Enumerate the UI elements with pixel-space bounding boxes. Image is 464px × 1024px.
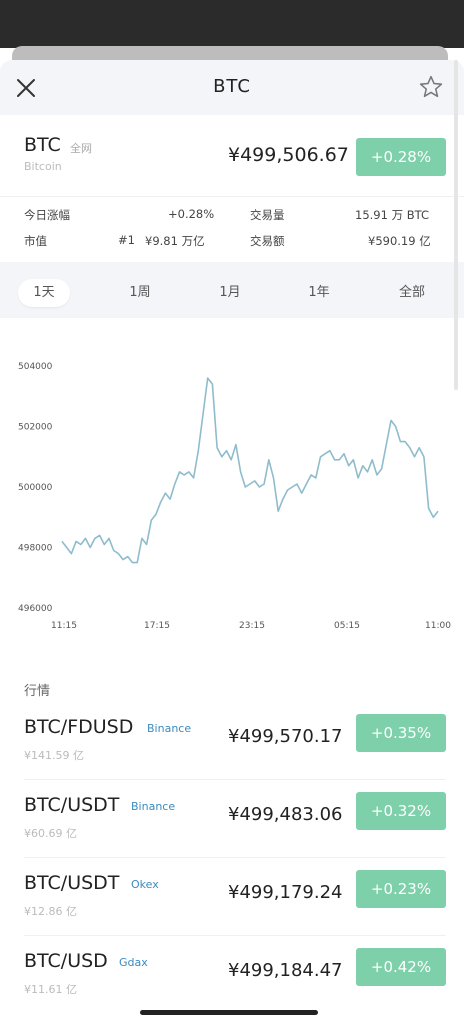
x-tick-label: 23:15 (239, 621, 265, 631)
market-price: ¥499,184.47 (228, 960, 343, 981)
x-tick-label: 11:15 (51, 621, 77, 631)
market-change-badge: +0.32% (356, 792, 446, 830)
tab-1year[interactable]: 1年 (293, 279, 345, 307)
price-chart: 504000 502000 500000 498000 496000 11:15 17:1… (0, 350, 464, 640)
market-exchange: Gdax (119, 956, 148, 969)
coin-market: 全网 (70, 142, 92, 155)
market-cap-label: 市值 (24, 234, 47, 248)
market-pair: BTC/USDT (24, 872, 120, 894)
volume-label: 交易量 (250, 208, 285, 222)
today-change-label: 今日涨幅 (24, 208, 70, 222)
status-bar (0, 0, 464, 48)
page-title: BTC (213, 76, 251, 97)
y-tick-label: 500000 (18, 483, 53, 493)
market-pair: BTC/USD (24, 950, 108, 972)
turnover-label: 交易额 (250, 234, 285, 248)
stats-panel: 今日涨幅 +0.28% 交易量 15.91 万 BTC 市值 #1 ¥9.81 … (0, 196, 464, 263)
price-chart-svg: 504000 502000 500000 498000 496000 11:15 17:1… (18, 362, 451, 631)
turnover-value: ¥590.19 亿 (368, 234, 431, 248)
scrollbar[interactable] (454, 60, 458, 390)
coin-price: ¥499,506.67 (228, 144, 349, 166)
market-pair: BTC/USDT (24, 794, 120, 816)
volume-value: 15.91 万 BTC (355, 208, 430, 222)
star-icon[interactable] (418, 74, 444, 100)
market-price: ¥499,483.06 (228, 804, 343, 825)
coin-change-badge: +0.28% (356, 138, 446, 176)
market-change-badge: +0.35% (356, 714, 446, 752)
coin-summary: BTC 全网 Bitcoin ¥499,506.67 +0.28% (0, 116, 464, 190)
market-change-badge: +0.23% (356, 870, 446, 908)
x-tick-label: 17:15 (144, 621, 170, 631)
market-pair: BTC/FDUSD (24, 716, 134, 738)
today-change-value: +0.28% (168, 207, 215, 221)
market-change-badge: +0.42% (356, 948, 446, 986)
tab-1week[interactable]: 1周 (114, 279, 166, 307)
market-exchange: Binance (147, 722, 192, 735)
market-exchange: Okex (131, 878, 159, 891)
market-volume: ¥11.61 亿 (24, 983, 77, 996)
nav-bar: BTC (0, 60, 464, 115)
market-row[interactable]: BTC/USDT Okex ¥12.86 亿 ¥499,179.24 +0.23… (0, 866, 464, 944)
market-volume: ¥60.69 亿 (24, 827, 77, 840)
x-tick-label: 05:15 (334, 621, 360, 631)
price-line (61, 377, 439, 564)
coin-symbol: BTC (24, 134, 61, 156)
row-divider (24, 857, 446, 858)
tab-1month[interactable]: 1月 (204, 279, 256, 307)
market-cap-value: ¥9.81 万亿 (145, 234, 205, 248)
market-exchange: Binance (131, 800, 176, 813)
market-price: ¥499,179.24 (228, 882, 343, 903)
row-divider (24, 935, 446, 936)
row-divider (24, 779, 446, 780)
market-volume: ¥12.86 亿 (24, 905, 77, 918)
market-row[interactable]: BTC/FDUSD Binance ¥141.59 亿 ¥499,570.17 … (0, 710, 464, 788)
tab-1day[interactable]: 1天 (18, 279, 70, 307)
market-section-title: 行情 (24, 684, 51, 699)
market-price: ¥499,570.17 (228, 726, 343, 747)
x-tick-label: 11:00 (425, 621, 451, 631)
tab-all[interactable]: 全部 (386, 279, 438, 307)
coin-detail-sheet: BTC BTC 全网 Bitcoin ¥499,506.67 +0.28% 今日… (0, 60, 464, 1024)
market-cap-rank: #1 (118, 233, 135, 247)
market-row[interactable]: BTC/USDT Binance ¥60.69 亿 ¥499,483.06 +0… (0, 788, 464, 866)
time-range-tabs: 1天 1周 1月 1年 全部 (0, 262, 464, 318)
coin-name: Bitcoin (24, 160, 62, 173)
market-volume: ¥141.59 亿 (24, 749, 84, 762)
y-tick-label: 504000 (18, 362, 53, 372)
y-tick-label: 502000 (18, 423, 53, 433)
y-tick-label: 498000 (18, 544, 53, 554)
y-tick-label: 496000 (18, 604, 53, 614)
home-indicator[interactable] (140, 1010, 318, 1015)
